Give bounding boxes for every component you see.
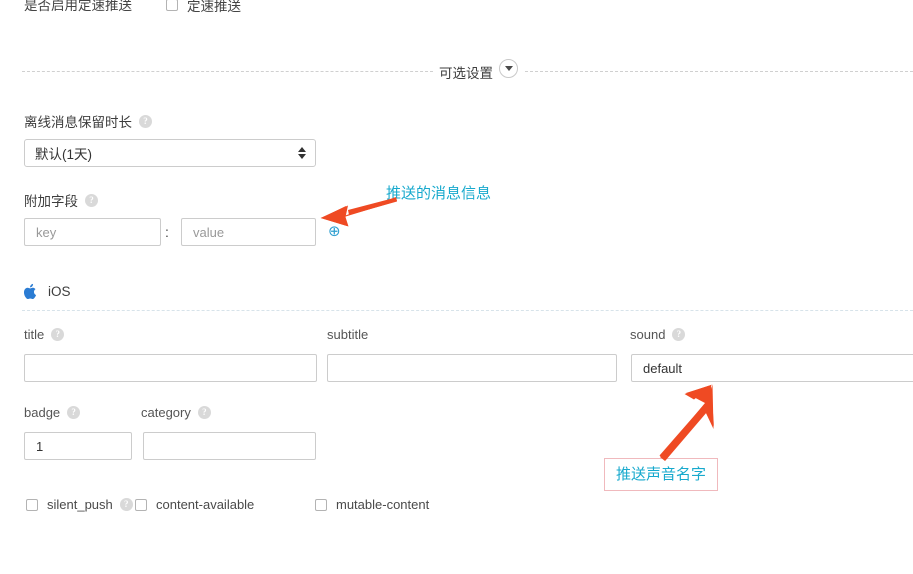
sound-label: sound [630,327,666,342]
annotation-push-message-info: 推送的消息信息 [386,185,492,202]
speed-push-checkbox[interactable]: 定速推送 [166,0,241,15]
optional-settings-divider: 可选设置 [0,60,913,82]
help-icon[interactable]: ? [51,328,65,341]
mutable-content-checkbox[interactable]: mutable-content [315,497,429,512]
triangle-glyph [504,66,513,71]
title-label: title [24,327,45,342]
badge-label: badge [24,405,61,420]
content-available-checkbox[interactable]: content-available [135,497,254,512]
title-input[interactable] [24,354,317,382]
extra-field-key-input[interactable] [24,218,161,246]
ios-section-divider [22,310,913,311]
key-value-separator: : [165,224,169,240]
offline-retain-selected-value: 默认(1天) [35,147,92,162]
help-icon[interactable]: ? [119,498,133,511]
stepper-arrows-icon[interactable] [298,147,306,159]
offline-retain-label: 离线消息保留时长 [24,115,132,130]
stepper-down-glyph [298,154,306,159]
divider-line-right [525,71,913,72]
ios-section-header: iOS [24,283,71,300]
category-label-group: category ? [141,405,211,420]
subtitle-label-group: subtitle [327,327,368,342]
help-icon[interactable]: ? [85,193,98,207]
speed-push-row: 是否启用定速推送 定速推送 [0,0,913,18]
badge-label-group: badge ? [24,405,81,420]
checkbox-box[interactable] [315,498,327,511]
stepper-up-glyph [298,147,306,152]
extra-field-label: 附加字段 [24,194,78,209]
checkbox-box[interactable] [135,498,147,511]
chevron-down-icon[interactable] [499,59,518,78]
silent-push-label: silent_push [47,497,113,512]
mutable-content-label: mutable-content [336,497,430,512]
category-input[interactable] [143,432,316,460]
category-label: category [141,405,191,420]
help-icon[interactable]: ? [672,328,686,341]
speed-push-label: 是否启用定速推送 [24,0,132,13]
title-label-group: title ? [24,327,65,342]
extra-field-label-group: 附加字段 ? [24,190,98,210]
silent-push-checkbox[interactable]: silent_push ? [26,497,133,512]
subtitle-input[interactable] [327,354,617,382]
badge-input[interactable] [24,432,132,460]
apple-logo-icon [24,283,37,300]
offline-retain-select[interactable]: 默认(1天) [24,139,316,167]
subtitle-label: subtitle [327,327,369,342]
offline-retain-label-group: 离线消息保留时长 ? [24,111,152,131]
checkbox-box[interactable] [26,498,38,511]
sound-label-group: sound ? [630,327,686,342]
annotation-sound-name-text: 推送声音名字 [616,466,707,483]
help-icon[interactable]: ? [67,406,81,419]
help-icon[interactable]: ? [139,114,152,128]
extra-field-value-input[interactable] [181,218,316,246]
ios-section-label: iOS [48,284,71,299]
sound-input[interactable] [631,354,913,382]
help-icon[interactable]: ? [197,406,211,419]
divider-line-left [22,71,433,72]
annotation-arrow-left-icon [320,197,397,227]
content-available-label: content-available [156,497,255,512]
annotation-arrow-up-right-icon [659,384,714,461]
checkbox-box[interactable] [166,0,178,11]
speed-push-checkbox-label: 定速推送 [187,0,241,14]
annotation-sound-name-box: 推送声音名字 [604,458,719,491]
optional-settings-title: 可选设置 [435,62,497,82]
